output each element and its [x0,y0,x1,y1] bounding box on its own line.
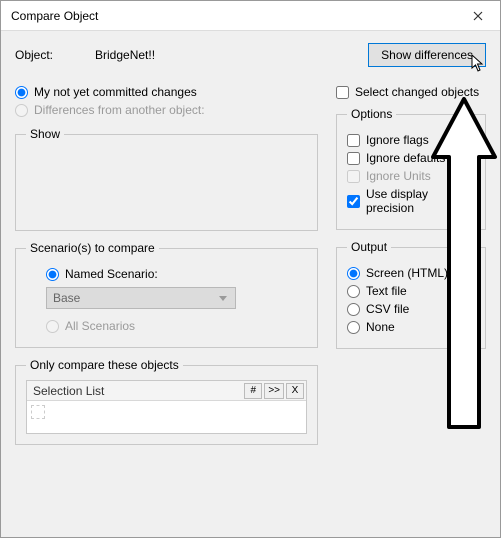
radio-output-screen[interactable]: Screen (HTML) [347,266,475,280]
radio-output-screen-input[interactable] [347,267,360,280]
check-select-changed-label: Select changed objects [355,85,479,99]
radio-diff-other: Differences from another object: [15,103,318,117]
scenario-select-value: Base [53,291,80,305]
radio-named-scenario-input[interactable] [46,268,59,281]
check-ignore-flags[interactable]: Ignore flags [347,133,475,147]
placeholder-icon [31,405,45,419]
radio-output-csvfile[interactable]: CSV file [347,302,475,316]
check-select-changed[interactable]: Select changed objects [336,85,486,99]
check-use-display[interactable]: Use display precision [347,187,475,215]
selection-list: Selection List # >> X [26,380,307,434]
check-ignore-units-input [347,170,360,183]
selection-hash-button[interactable]: # [244,383,262,399]
radio-all-scenarios-input [46,320,59,333]
radio-output-csvfile-label: CSV file [366,302,409,316]
radio-my-changes[interactable]: My not yet committed changes [15,85,318,99]
check-ignore-defaults[interactable]: Ignore defaults [347,151,475,165]
options-group: Options Ignore flags Ignore defaults Ign… [336,107,486,230]
check-ignore-flags-input[interactable] [347,134,360,147]
radio-output-textfile-label: Text file [366,284,407,298]
close-icon [473,11,483,21]
selection-list-header: Selection List # >> X [27,381,306,401]
radio-output-screen-label: Screen (HTML) [366,266,448,280]
cursor-icon [471,54,487,74]
check-ignore-defaults-label: Ignore defaults [366,151,445,165]
radio-output-none[interactable]: None [347,320,475,334]
only-compare-group: Only compare these objects Selection Lis… [15,358,318,445]
window-title: Compare Object [11,9,456,23]
radio-output-textfile-input[interactable] [347,285,360,298]
show-differences-button[interactable]: Show differences [368,43,486,67]
object-label: Object: [15,48,95,62]
only-compare-legend: Only compare these objects [26,358,183,372]
check-ignore-units-label: Ignore Units [366,169,431,183]
selection-list-body[interactable] [27,401,306,433]
compare-object-dialog: Compare Object Object: BridgeNet!! Show … [0,0,501,538]
object-name: BridgeNet!! [95,48,155,62]
titlebar: Compare Object [1,1,500,31]
close-button[interactable] [456,1,500,31]
left-column: My not yet committed changes Differences… [15,81,318,445]
radio-output-csvfile-input[interactable] [347,303,360,316]
radio-output-none-input[interactable] [347,321,360,334]
radio-diff-other-input [15,104,28,117]
check-use-display-input[interactable] [347,195,360,208]
radio-named-scenario[interactable]: Named Scenario: [46,267,307,281]
right-column: Select changed objects Options Ignore fl… [336,81,486,445]
radio-output-textfile[interactable]: Text file [347,284,475,298]
check-ignore-units: Ignore Units [347,169,475,183]
show-group: Show [15,127,318,231]
header-row: Object: BridgeNet!! Show differences [15,43,486,67]
radio-output-none-label: None [366,320,395,334]
selection-list-title: Selection List [33,384,242,398]
radio-named-scenario-label: Named Scenario: [65,267,158,281]
check-select-changed-input[interactable] [336,86,349,99]
check-ignore-flags-label: Ignore flags [366,133,429,147]
show-legend: Show [26,127,64,141]
columns: My not yet committed changes Differences… [15,81,486,445]
options-legend: Options [347,107,396,121]
show-differences-label: Show differences [381,48,473,62]
selection-next-button[interactable]: >> [264,383,284,399]
output-legend: Output [347,240,391,254]
check-use-display-label: Use display precision [366,187,475,215]
radio-all-scenarios: All Scenarios [46,319,307,333]
check-ignore-defaults-input[interactable] [347,152,360,165]
selection-clear-button[interactable]: X [286,383,304,399]
output-group: Output Screen (HTML) Text file CSV file [336,240,486,349]
scenarios-legend: Scenario(s) to compare [26,241,159,255]
scenarios-group: Scenario(s) to compare Named Scenario: B… [15,241,318,348]
dialog-content: Object: BridgeNet!! Show differences My … [1,31,500,457]
radio-my-changes-label: My not yet committed changes [34,85,197,99]
radio-all-scenarios-label: All Scenarios [65,319,135,333]
scenario-select[interactable]: Base [46,287,236,309]
radio-diff-other-label: Differences from another object: [34,103,205,117]
radio-my-changes-input[interactable] [15,86,28,99]
